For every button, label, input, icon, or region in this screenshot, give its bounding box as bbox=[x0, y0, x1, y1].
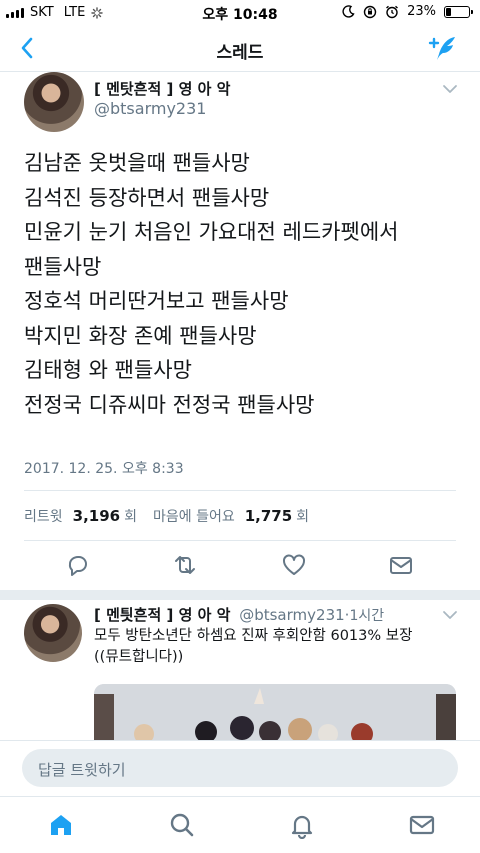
search-icon[interactable] bbox=[168, 811, 196, 839]
display-name[interactable]: [ 멘탓흔적 ] 영 아 악 bbox=[94, 78, 230, 99]
avatar[interactable] bbox=[24, 604, 82, 662]
likes-count[interactable]: 1,775 bbox=[245, 507, 292, 525]
retweets-unit: 회 bbox=[124, 509, 137, 525]
heart-icon[interactable] bbox=[281, 552, 307, 578]
chevron-down-icon[interactable] bbox=[442, 84, 458, 94]
divider bbox=[24, 540, 456, 541]
status-bar: SKT LTE 오후 10:48 23% bbox=[0, 0, 480, 26]
section-separator bbox=[0, 590, 480, 600]
reply-composer: 답글 트윗하기 bbox=[0, 740, 480, 796]
messages-icon[interactable] bbox=[408, 811, 436, 839]
home-icon[interactable] bbox=[47, 811, 75, 839]
reply-input[interactable]: 답글 트윗하기 bbox=[22, 749, 458, 787]
battery-fill bbox=[446, 7, 451, 16]
tweet-timestamp: 2017. 12. 25. 오후 8:33 bbox=[24, 461, 184, 477]
reply-age: 1시간 bbox=[349, 608, 385, 624]
reply-handle[interactable]: @btsarmy231 bbox=[239, 606, 344, 624]
likes-label: 마음에 들어요 bbox=[152, 509, 235, 525]
tab-bar bbox=[0, 796, 480, 853]
retweets-label: 리트윗 bbox=[24, 509, 63, 525]
user-handle[interactable]: @btsarmy231 bbox=[94, 99, 206, 118]
reply-input-placeholder: 답글 트윗하기 bbox=[38, 761, 126, 779]
media-image[interactable] bbox=[94, 684, 456, 744]
tweet-stats: 리트윗 3,196 회 마음에 들어요 1,775 회 bbox=[24, 506, 309, 526]
media-photo bbox=[94, 684, 456, 744]
alarm-icon bbox=[386, 5, 399, 18]
share-message-icon[interactable] bbox=[388, 552, 414, 578]
avatar[interactable] bbox=[24, 72, 84, 132]
likes-unit: 회 bbox=[296, 509, 310, 525]
reply-header[interactable]: [ 멘틧흔적 ] 영 아 악 @btsarmy231·1시간 bbox=[94, 604, 384, 625]
navigation-bar: 스레드 bbox=[0, 26, 480, 72]
chevron-down-icon[interactable] bbox=[442, 610, 458, 620]
retweet-icon[interactable] bbox=[172, 552, 198, 578]
reply-icon[interactable] bbox=[65, 552, 91, 578]
reply-text: 모두 방탄소년단 하셈요 진짜 후회안함 6013% 보장 ((뮤트합니다)) bbox=[94, 628, 413, 665]
tweet-actions bbox=[0, 552, 480, 582]
page-title: 스레드 bbox=[216, 43, 264, 63]
divider bbox=[24, 490, 456, 491]
tweet-text: 김남준 옷벗을때 팬들사망 김석진 등장하면서 팬들사망 민윤기 눈기 처음인 … bbox=[24, 151, 399, 417]
reply-display-name[interactable]: [ 멘틧흔적 ] 영 아 악 bbox=[94, 606, 230, 624]
battery-icon bbox=[444, 5, 473, 18]
status-right: 23% bbox=[342, 4, 473, 19]
rotation-lock-icon bbox=[363, 5, 377, 18]
retweets-count[interactable]: 3,196 bbox=[73, 507, 120, 525]
notifications-icon[interactable] bbox=[288, 811, 316, 839]
battery-percent: 23% bbox=[407, 4, 436, 19]
moon-icon bbox=[342, 5, 355, 18]
compose-tweet-icon[interactable] bbox=[428, 32, 460, 64]
